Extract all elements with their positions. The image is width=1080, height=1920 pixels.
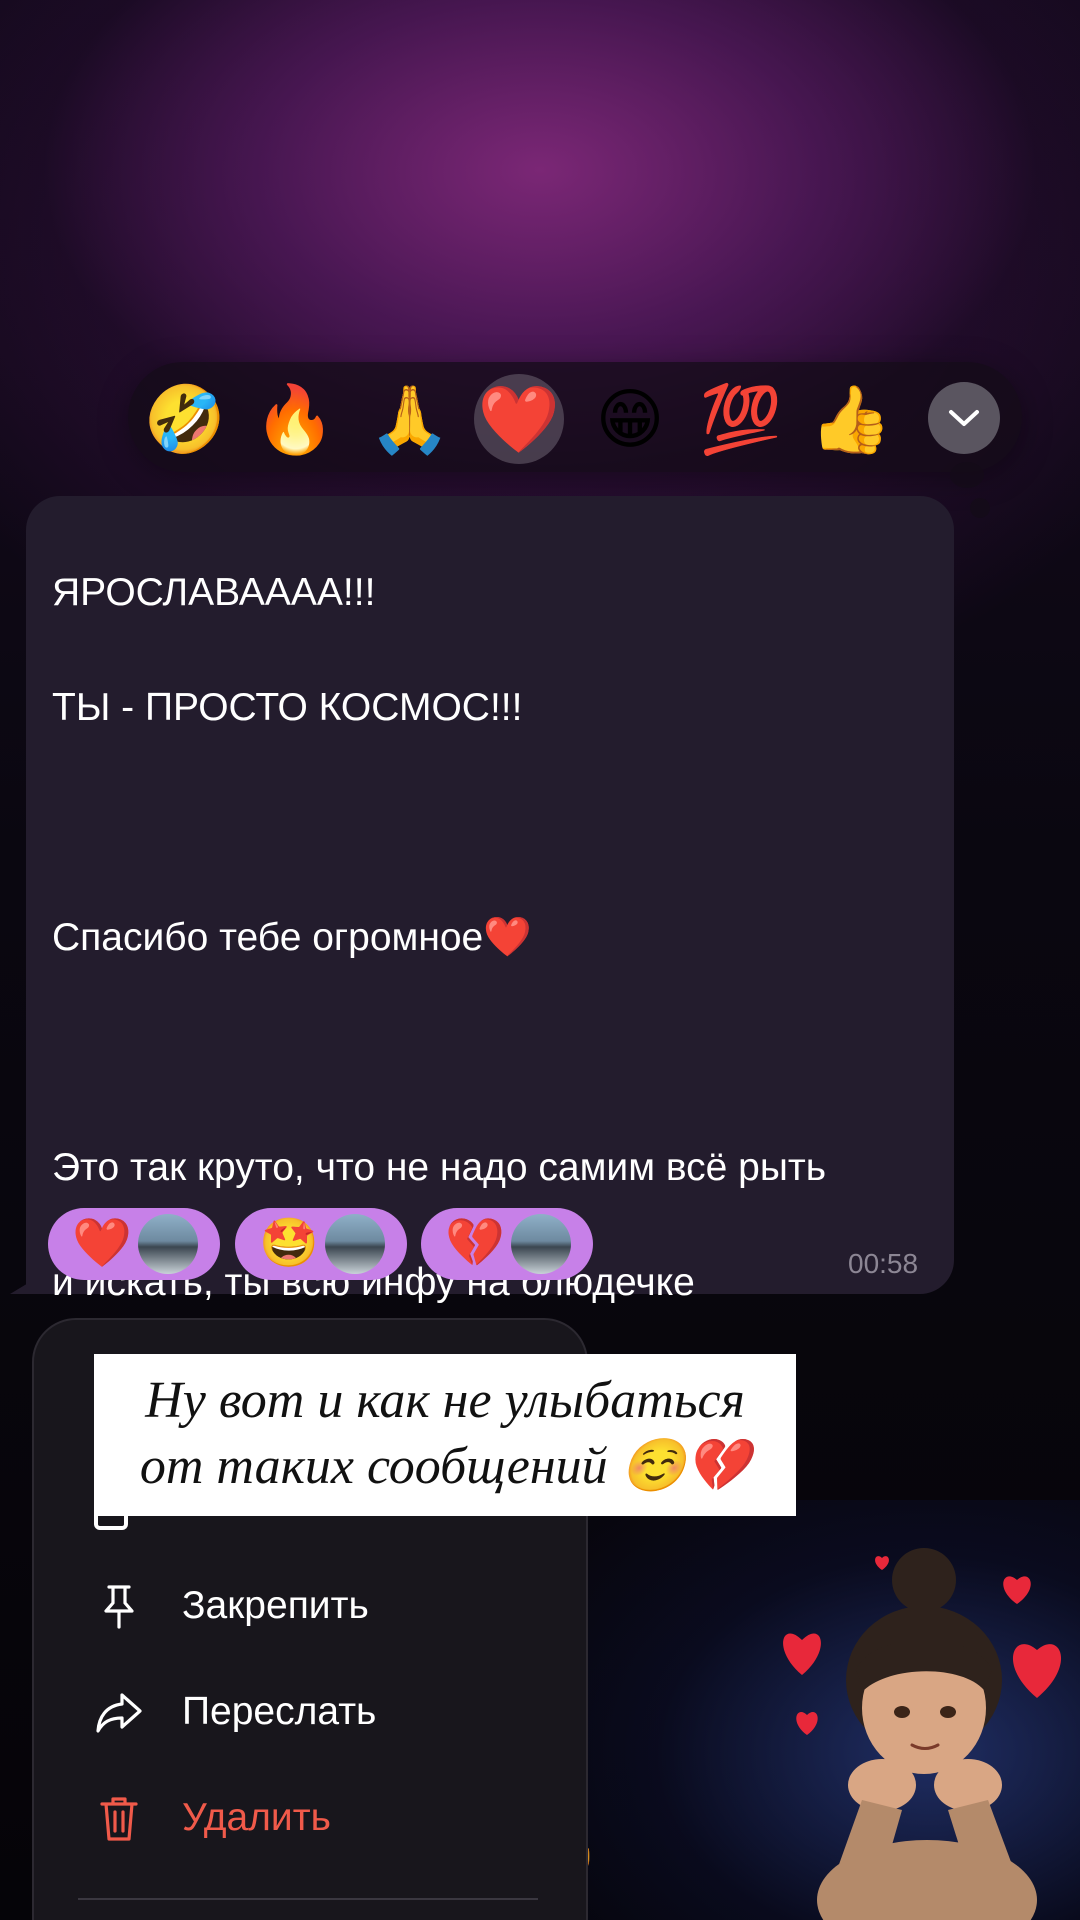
avatar [511, 1214, 571, 1274]
reaction-red-heart-selected[interactable]: ❤️ [474, 374, 564, 464]
menu-divider [78, 1898, 538, 1900]
menu-item-label: Закрепить [182, 1584, 369, 1627]
message-line: Это так круто, что не надо самим всё рыт… [52, 1145, 827, 1189]
broken-heart-icon: 💔 [445, 1217, 505, 1270]
reaction-bar-tail-dot [970, 498, 990, 518]
message-line: Спасибо тебе огромное❤️ [52, 915, 532, 959]
reaction-grin[interactable]: 😁 [585, 374, 675, 464]
caption-line: от таких сообщений ☺️💔 [139, 1438, 751, 1495]
forward-icon [96, 1693, 142, 1733]
reaction-pray[interactable]: 🙏 [365, 374, 455, 464]
story-caption: Ну вот и как не улыбаться от таких сообщ… [94, 1368, 796, 1500]
pin-icon [104, 1585, 134, 1629]
caption-line: Ну вот и как не улыбаться [145, 1372, 745, 1429]
reaction-thumbs-up[interactable]: 👍 [806, 374, 896, 464]
reaction-chip-broken-heart[interactable]: 💔 [421, 1208, 593, 1280]
heart-icon: ❤️ [72, 1217, 132, 1270]
reaction-bar-tail [950, 462, 984, 488]
menu-item-label: Переслать [182, 1690, 377, 1733]
menu-item-delete[interactable]: Удалить [0, 1778, 520, 1858]
menu-item-pin[interactable]: Закрепить [0, 1566, 520, 1646]
message-time: 00:58 [848, 1248, 919, 1279]
trash-icon [100, 1797, 138, 1841]
reaction-chip-star-struck[interactable]: 🤩 [235, 1208, 407, 1280]
avatar [138, 1214, 198, 1274]
reaction-rofl[interactable]: 🤣 [140, 374, 230, 464]
message-line: ЯРОСЛАВАААА!!! [52, 570, 376, 614]
message-line: ТЫ - ПРОСТО КОСМОС!!! [52, 685, 523, 729]
reaction-hundred[interactable]: 💯 [696, 374, 786, 464]
message-line [52, 794, 952, 852]
star-struck-icon: 🤩 [259, 1217, 319, 1270]
love-sticker [783, 1548, 1062, 1920]
reaction-chip-heart[interactable]: ❤️ [48, 1208, 220, 1280]
reaction-fire[interactable]: 🔥 [250, 374, 340, 464]
chevron-down-icon [949, 410, 979, 426]
menu-item-forward[interactable]: Переслать [0, 1672, 520, 1752]
message-line [52, 1024, 952, 1082]
menu-item-label: Удалить [182, 1796, 331, 1839]
expand-reactions-button[interactable] [928, 382, 1000, 454]
story-screen: 🤣 🔥 🙏 ❤️ 😁 💯 👍 ЯРОСЛАВАААА!!! ТЫ - ПРОСТ… [0, 0, 1080, 1920]
avatar [325, 1214, 385, 1274]
